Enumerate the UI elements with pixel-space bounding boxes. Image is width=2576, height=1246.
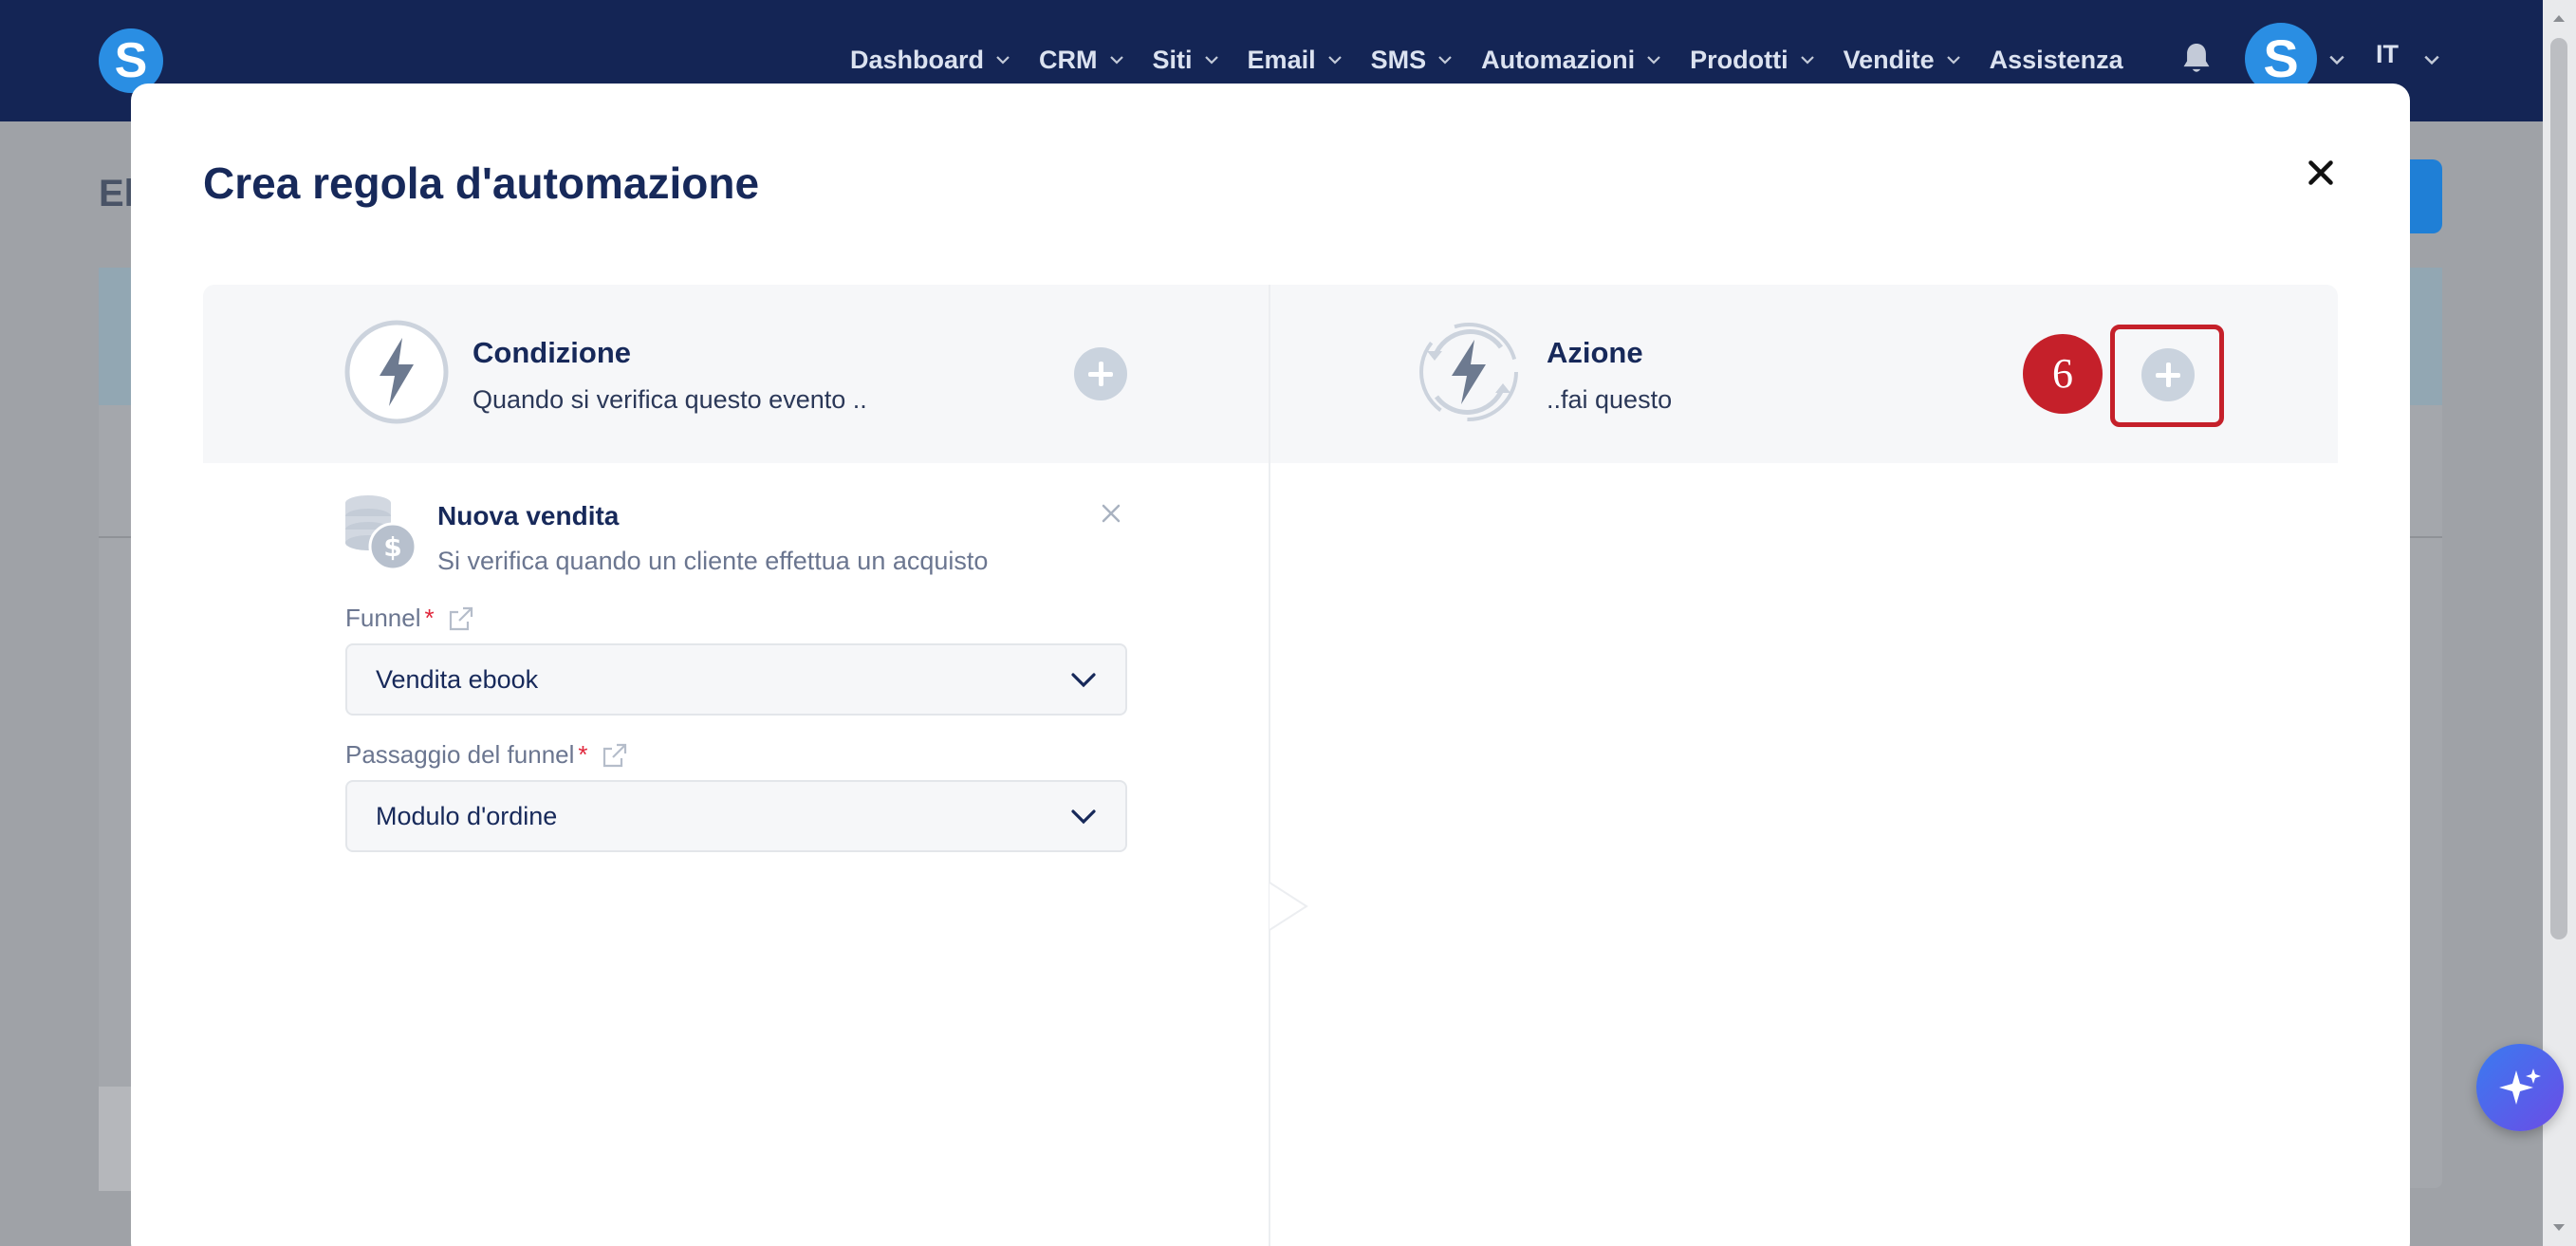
coins-dollar-icon: $ xyxy=(345,495,417,571)
ai-assistant-button[interactable] xyxy=(2476,1044,2564,1131)
chevron-down-icon xyxy=(1946,56,1960,65)
scrollbar-thumb[interactable] xyxy=(2550,38,2567,939)
nav-item-label: Siti xyxy=(1152,45,1193,74)
funnel-step-select[interactable]: Modulo d'ordine xyxy=(345,780,1127,852)
add-action-button[interactable] xyxy=(2141,348,2195,401)
step-number-badge: 6 xyxy=(2023,334,2103,414)
close-icon[interactable] xyxy=(2304,156,2338,190)
trigger-title: Nuova vendita xyxy=(437,501,620,530)
nav-item-email[interactable]: Email xyxy=(1248,46,1343,75)
chevron-down-icon xyxy=(1071,673,1096,688)
nav-item-prodotti[interactable]: Prodotti xyxy=(1690,46,1814,75)
funnel-select[interactable]: Vendita ebook xyxy=(345,643,1127,716)
trigger-subtitle: Si verifica quando un cliente effettua u… xyxy=(437,547,989,575)
lightning-refresh-icon xyxy=(1419,323,1518,421)
funnel-step-label-text: Passaggio del funnel xyxy=(345,740,575,769)
nav-item-crm[interactable]: CRM xyxy=(1039,46,1124,75)
add-condition-button[interactable] xyxy=(1074,347,1127,400)
scroll-down-icon[interactable] xyxy=(2550,1221,2567,1235)
chevron-down-icon xyxy=(1327,56,1342,65)
funnel-step-select-value: Modulo d'ordine xyxy=(376,802,558,830)
divider-arrow-icon xyxy=(1269,873,1308,939)
funnel-select-value: Vendita ebook xyxy=(376,665,539,694)
bell-icon[interactable] xyxy=(2180,42,2213,78)
chevron-down-icon xyxy=(1438,56,1452,65)
sparkle-icon xyxy=(2499,1069,2541,1105)
condition-subtitle: Quando si verifica questo evento .. xyxy=(473,385,867,414)
funnel-label: Funnel * xyxy=(345,604,474,633)
chevron-down-icon xyxy=(1109,56,1123,65)
external-link-icon[interactable] xyxy=(602,742,628,769)
nav-item-label: CRM xyxy=(1039,45,1098,74)
nav-item-label: Vendite xyxy=(1843,45,1935,74)
lightning-icon xyxy=(344,320,449,424)
nav-item-vendite[interactable]: Vendite xyxy=(1844,46,1961,75)
nav-item-label: Email xyxy=(1247,45,1316,74)
action-subtitle: ..fai questo xyxy=(1547,385,1673,414)
rule-steps-header xyxy=(203,285,2338,463)
chevron-down-icon xyxy=(1647,56,1660,65)
nav-item-automazioni[interactable]: Automazioni xyxy=(1481,46,1661,75)
nav-item-sms[interactable]: SMS xyxy=(1371,46,1454,75)
funnel-label-text: Funnel xyxy=(345,604,421,632)
svg-text:$: $ xyxy=(383,531,401,563)
language-selector[interactable]: IT xyxy=(2376,40,2399,69)
modal-title: Crea regola d'automazione xyxy=(203,158,760,208)
nav-item-label: Prodotti xyxy=(1690,45,1788,74)
background-page-title: El xyxy=(99,173,135,214)
chevron-down-icon xyxy=(1800,56,1814,65)
nav-item-label: Automazioni xyxy=(1481,45,1636,74)
required-mark: * xyxy=(424,604,435,632)
chevron-down-icon xyxy=(1071,809,1096,825)
chevron-down-icon[interactable] xyxy=(2423,51,2440,68)
chevron-down-icon[interactable] xyxy=(2328,51,2345,68)
nav-item-siti[interactable]: Siti xyxy=(1153,46,1219,75)
external-link-icon[interactable] xyxy=(448,605,474,632)
main-nav: Dashboard CRM Siti Email SMS Automazioni Prodo… xyxy=(850,38,2152,82)
nav-item-label: Assistenza xyxy=(1989,45,2123,74)
nav-item-assistenza[interactable]: Assistenza xyxy=(1990,46,2123,75)
funnel-step-label: Passaggio del funnel * xyxy=(345,740,628,770)
remove-trigger-icon[interactable] xyxy=(1101,503,1121,524)
chevron-down-icon xyxy=(1204,56,1218,65)
scroll-up-icon[interactable] xyxy=(2550,11,2567,25)
required-mark: * xyxy=(578,740,588,769)
panel-divider xyxy=(1269,285,1270,1246)
condition-title: Condizione xyxy=(473,336,632,369)
nav-item-label: SMS xyxy=(1370,45,1427,74)
action-title: Azione xyxy=(1547,336,1643,369)
chevron-down-icon xyxy=(996,56,1010,65)
nav-item-dashboard[interactable]: Dashboard xyxy=(850,46,1010,75)
nav-item-label: Dashboard xyxy=(850,45,985,74)
